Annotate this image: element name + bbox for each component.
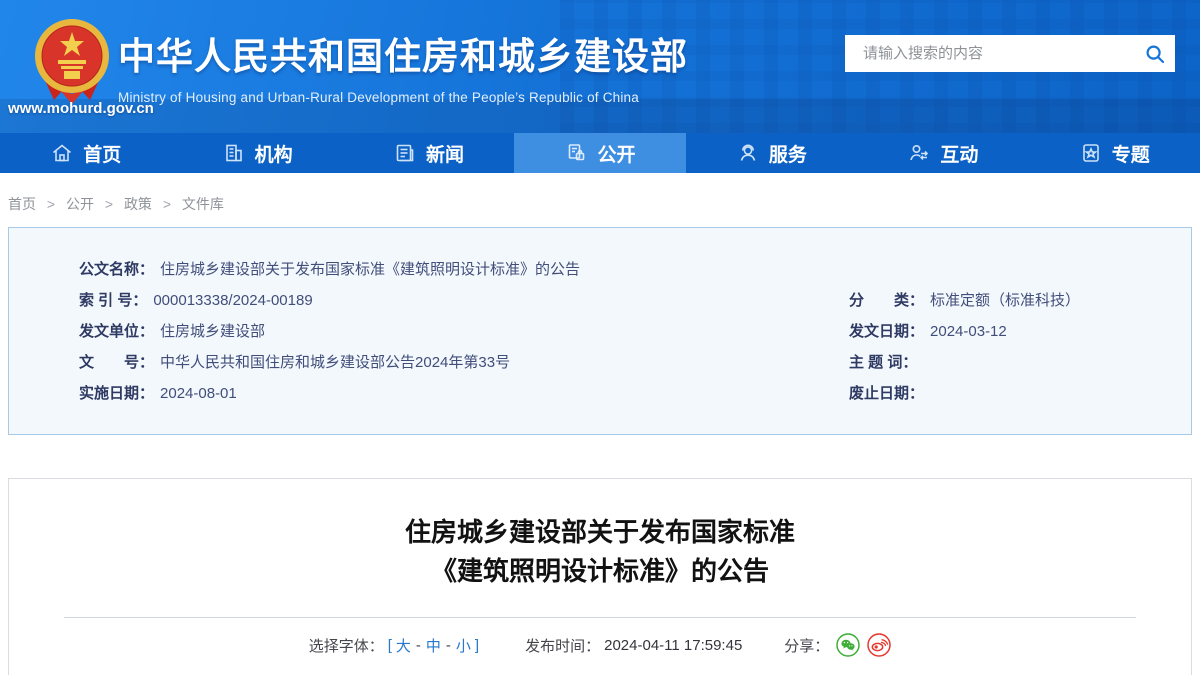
site-header: www.mohurd.gov.cn 中华人民共和国住房和城乡建设部 Minist… <box>0 0 1200 133</box>
effective-date-label: 实施日期： <box>79 385 155 402</box>
doc-name-value: 住房城乡建设部关于发布国家标准《建筑照明设计标准》的公告 <box>160 261 581 278</box>
breadcrumb-item-disclosure[interactable]: 公开 <box>66 196 94 212</box>
search-input[interactable] <box>845 45 1135 62</box>
font-size-medium-link[interactable]: 中 <box>426 635 441 656</box>
news-icon <box>396 144 414 162</box>
issuing-unit-label: 发文单位： <box>79 323 155 340</box>
publish-time-value: 2024-04-11 17:59:45 <box>604 636 743 654</box>
org-building-icon <box>225 144 242 162</box>
font-size-selector: 选择字体： [ 大 - 中 - 小 ] <box>309 635 483 656</box>
article-title-line1: 住房城乡建设部关于发布国家标准 <box>404 517 795 547</box>
nav-item-org[interactable]: 机构 <box>171 133 342 173</box>
search-icon <box>1146 45 1165 63</box>
nav-item-label: 新闻 <box>426 144 465 166</box>
search-box <box>845 35 1175 72</box>
share-group: 分享： <box>784 633 892 657</box>
meta-row: 索 引 号： 000013338/2024-00189 分 类： 标准定额（标准科技… <box>79 285 1191 316</box>
main-nav: 首页 机构 新闻 公开 服务 互动 专题 <box>0 128 1200 173</box>
nav-item-news[interactable]: 新闻 <box>343 133 514 173</box>
category-value: 标准定额（标准科技） <box>930 292 1081 309</box>
article-box: 住房城乡建设部关于发布国家标准 《建筑照明设计标准》的公告 选择字体： [ 大 … <box>8 478 1192 675</box>
nav-item-home[interactable]: 首页 <box>0 133 171 173</box>
category-label: 分 类： <box>849 292 925 309</box>
issue-date-label: 发文日期： <box>849 323 925 340</box>
article-title-line2: 《建筑照明设计标准》的公告 <box>430 556 769 586</box>
effective-date-value: 2024-08-01 <box>160 385 237 402</box>
breadcrumb-item-library: 文件库 <box>181 196 224 212</box>
site-title-cn: 中华人民共和国住房和城乡建设部 <box>118 36 688 77</box>
bracket-close: ] <box>474 636 480 654</box>
nav-item-label: 首页 <box>83 144 122 166</box>
site-title-block: 中华人民共和国住房和城乡建设部 Ministry of Housing and … <box>118 26 688 105</box>
nav-item-disclosure[interactable]: 公开 <box>514 128 686 173</box>
interaction-icon <box>910 145 929 161</box>
breadcrumb-item-policy[interactable]: 政策 <box>124 196 152 212</box>
nav-item-topics[interactable]: 专题 <box>1029 133 1200 173</box>
title-divider <box>64 617 1136 618</box>
doc-number-value: 中华人民共和国住房和城乡建设部公告2024年第33号 <box>160 354 511 371</box>
repeal-date-label: 废止日期： <box>849 385 925 402</box>
topics-star-icon <box>1082 144 1099 162</box>
national-emblem <box>35 19 109 104</box>
doc-number-label: 文 号： <box>79 354 155 371</box>
search-button[interactable] <box>1135 35 1175 72</box>
font-size-separator: - <box>415 636 421 654</box>
breadcrumb-separator: > <box>104 196 114 212</box>
nav-item-label: 公开 <box>597 144 636 166</box>
nav-item-label: 专题 <box>1111 144 1150 166</box>
article-title: 住房城乡建设部关于发布国家标准 《建筑照明设计标准》的公告 <box>9 513 1191 591</box>
publish-time-label: 发布时间： <box>525 637 601 655</box>
font-size-large-link[interactable]: 大 <box>396 635 411 656</box>
nav-item-services[interactable]: 服务 <box>686 133 857 173</box>
nav-item-interaction[interactable]: 互动 <box>857 133 1028 173</box>
service-headset-icon <box>740 144 756 161</box>
issuing-unit-value: 住房城乡建设部 <box>160 323 266 340</box>
nav-item-label: 机构 <box>254 144 293 166</box>
nav-item-label: 服务 <box>768 144 807 166</box>
issue-date-value: 2024-03-12 <box>930 323 1007 340</box>
subject-words-label: 主 题 词： <box>849 354 918 371</box>
font-size-small-link[interactable]: 小 <box>456 635 471 656</box>
breadcrumb: 首页 > 公开 > 政策 > 文件库 <box>0 173 1200 227</box>
meta-row-name: 公文名称： 住房城乡建设部关于发布国家标准《建筑照明设计标准》的公告 <box>79 254 1191 285</box>
home-icon <box>53 144 72 162</box>
document-meta-box: 公文名称： 住房城乡建设部关于发布国家标准《建筑照明设计标准》的公告 索 引 号：… <box>8 227 1192 435</box>
meta-row: 文 号： 中华人民共和国住房和城乡建设部公告2024年第33号 主 题 词： <box>79 347 1191 378</box>
font-size-separator: - <box>445 636 451 654</box>
index-number-label: 索 引 号： <box>79 292 148 309</box>
breadcrumb-item-home[interactable]: 首页 <box>8 196 36 212</box>
meta-row: 实施日期： 2024-08-01 废止日期： <box>79 378 1191 409</box>
nav-item-label: 互动 <box>940 144 979 166</box>
index-number-value: 000013338/2024-00189 <box>153 292 313 309</box>
wechat-share-icon[interactable] <box>836 633 861 657</box>
font-selector-label: 选择字体： <box>308 637 384 655</box>
site-title-en: Ministry of Housing and Urban-Rural Deve… <box>118 90 639 105</box>
article-meta-bar: 选择字体： [ 大 - 中 - 小 ] 发布时间： 2024-04-11 17:… <box>9 633 1191 657</box>
meta-row: 发文单位： 住房城乡建设部 发文日期： 2024-03-12 <box>79 316 1191 347</box>
breadcrumb-separator: > <box>46 196 56 212</box>
disclosure-docs-icon <box>569 144 585 161</box>
doc-name-label: 公文名称： <box>79 261 155 278</box>
publish-time-group: 发布时间： 2024-04-11 17:59:45 <box>525 635 742 656</box>
weibo-share-icon[interactable] <box>867 633 892 657</box>
breadcrumb-separator: > <box>162 196 172 212</box>
share-label: 分享： <box>784 637 830 655</box>
bracket-open: [ <box>387 636 392 654</box>
